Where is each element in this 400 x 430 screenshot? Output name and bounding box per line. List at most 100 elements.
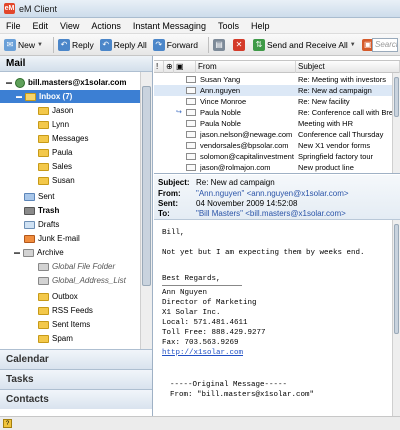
message-row[interactable]: Paula Noble Meeting with HR — [154, 118, 392, 129]
menu-help[interactable]: Help — [251, 21, 270, 31]
drafts-icon — [24, 220, 35, 229]
sig-line: Ann Nguyen — [162, 289, 208, 297]
print-button[interactable]: ▤ — [212, 38, 227, 51]
body-regards: Best Regards, — [162, 275, 221, 283]
new-button[interactable]: ✉ New ▼ — [4, 38, 43, 51]
chevron-down-icon[interactable]: ▼ — [350, 42, 356, 48]
forward-button-label: Forward — [166, 39, 198, 50]
tree-folder[interactable]: Global_Address_List — [38, 274, 126, 287]
folder-label: Trash — [38, 206, 60, 215]
original-message-marker: -----Original Message----- — [170, 381, 288, 389]
tree-folder[interactable]: Spam — [38, 332, 73, 345]
tree-folder[interactable]: Outbox — [38, 290, 78, 303]
menu-view[interactable]: View — [60, 21, 79, 31]
menu-tools[interactable]: Tools — [218, 21, 239, 31]
preview-scrollbar[interactable] — [392, 220, 400, 416]
tree-folder[interactable]: Susan — [38, 174, 75, 187]
flag-column-header[interactable]: ! — [154, 61, 164, 73]
tree-folder[interactable]: Sent Items — [38, 318, 90, 331]
title-bar: eM eM Client — [0, 0, 400, 18]
message-row[interactable]: ↪ Paula Noble Re: Conference call with Bre… — [154, 107, 392, 118]
folder-label: Susan — [52, 176, 75, 185]
attachment-column-header[interactable]: ⊕ — [164, 61, 174, 73]
tree-sent[interactable]: Sent — [24, 190, 54, 203]
tree-folder[interactable]: Paula — [38, 146, 72, 159]
message-subject: Springfield factory tour — [298, 152, 374, 161]
message-row[interactable]: jason@rolmajon.com New product line — [154, 162, 392, 173]
message-row[interactable]: Ann.nguyen Re: New ad campaign — [154, 85, 392, 96]
folder-scrollbar[interactable] — [140, 72, 152, 349]
menu-actions[interactable]: Actions — [91, 21, 121, 31]
menu-instant-messaging[interactable]: Instant Messaging — [133, 21, 206, 31]
message-subject: Conference call Thursday — [298, 130, 384, 139]
folder-icon — [38, 162, 49, 171]
sig-line: Director of Marketing — [162, 299, 257, 307]
envelope-icon — [186, 153, 196, 160]
folder-icon — [38, 334, 49, 343]
chevron-down-icon[interactable]: ▼ — [37, 42, 43, 48]
folder-icon — [38, 320, 49, 329]
send-receive-label: Send and Receive All — [266, 39, 348, 50]
toolbar-separator — [52, 36, 54, 53]
forward-button[interactable]: ↷ Forward — [152, 38, 198, 51]
menu-file[interactable]: File — [6, 21, 21, 31]
tree-account[interactable]: ▬ bill.masters@x1solar.com — [6, 76, 127, 89]
app-logo-icon: eM — [4, 3, 15, 14]
reply-all-button[interactable]: ↶ Reply All — [99, 38, 147, 51]
scroll-thumb[interactable] — [394, 224, 399, 334]
tree-archive[interactable]: ▬ Archive — [14, 246, 64, 259]
status-bar: ? — [0, 416, 400, 430]
message-row[interactable]: vendorsales@bpsolar.com New X1 vendor for… — [154, 140, 392, 151]
folder-label: Sent Items — [52, 320, 91, 329]
tree-folder[interactable]: RSS Feeds — [38, 304, 93, 317]
folder-label: Drafts — [38, 220, 60, 229]
folder-label: Archive — [37, 248, 64, 257]
tree-folder[interactable]: Messages — [38, 132, 88, 145]
message-from: Paula Noble — [200, 108, 241, 117]
sig-link[interactable]: http://x1solar.com — [162, 349, 243, 357]
tree-folder[interactable]: Jason — [38, 104, 73, 117]
nav-calendar[interactable]: Calendar — [0, 349, 152, 369]
preview-to[interactable]: "Bill Masters" <bill.masters@x1solar.com… — [196, 209, 346, 218]
delete-button[interactable]: ✕ — [232, 38, 247, 51]
nav-tasks[interactable]: Tasks — [0, 369, 152, 389]
tree-trash[interactable]: Trash — [24, 204, 59, 217]
forward-icon: ↷ — [152, 38, 165, 51]
scroll-thumb[interactable] — [394, 77, 399, 117]
status-column-header[interactable]: ▣ — [174, 61, 196, 73]
scroll-thumb[interactable] — [142, 86, 151, 286]
folder-label: Messages — [52, 134, 89, 143]
folder-icon — [38, 262, 49, 271]
printer-icon: ▤ — [212, 38, 225, 51]
menu-edit[interactable]: Edit — [33, 21, 49, 31]
collapse-icon[interactable]: ▬ — [14, 250, 21, 256]
folder-label: Paula — [52, 148, 73, 157]
tree-folder[interactable]: Global File Folder — [38, 260, 115, 273]
nav-contacts[interactable]: Contacts — [0, 389, 152, 409]
tree-folder[interactable]: Sales — [38, 160, 72, 173]
message-row[interactable]: Susan Yang Re: Meeting with investors — [154, 74, 392, 85]
message-subject: Meeting with HR — [298, 119, 354, 128]
tree-folder[interactable]: Lynn — [38, 118, 69, 131]
reply-button[interactable]: ↶ Reply — [57, 38, 94, 51]
sig-line: Fax: 703.563.9269 — [162, 339, 239, 347]
preview-subject-row: Subject: Re: New ad campaign — [158, 177, 275, 188]
message-row[interactable]: jason.nelson@newage.com Conference call T… — [154, 129, 392, 140]
collapse-icon[interactable]: ▬ — [16, 94, 23, 100]
subject-column-header[interactable]: Subject — [296, 61, 400, 73]
tree-drafts[interactable]: Drafts — [24, 218, 59, 231]
tree-junk[interactable]: Junk E-mail — [24, 232, 80, 245]
send-receive-button[interactable]: ⇅ Send and Receive All ▼ — [252, 38, 356, 51]
tree-inbox[interactable]: ▬ Inbox (7) — [0, 90, 140, 103]
search-input[interactable]: Search — [372, 38, 398, 52]
menu-bar: File Edit View Actions Instant Messaging… — [0, 18, 400, 34]
collapse-icon[interactable]: ▬ — [6, 80, 13, 86]
message-row[interactable]: Vince Monroe Re: New facility — [154, 96, 392, 107]
message-row[interactable]: solomon@capitalinvestment. Springfield fa… — [154, 151, 392, 162]
preview-from[interactable]: "Ann.nguyen" <ann.nguyen@x1solar.com> — [196, 189, 349, 198]
folder-icon — [38, 148, 49, 157]
list-scrollbar[interactable] — [392, 73, 400, 173]
reply-all-button-label: Reply All — [113, 39, 147, 50]
from-column-header[interactable]: From — [196, 61, 296, 73]
message-from: Susan Yang — [200, 75, 241, 84]
